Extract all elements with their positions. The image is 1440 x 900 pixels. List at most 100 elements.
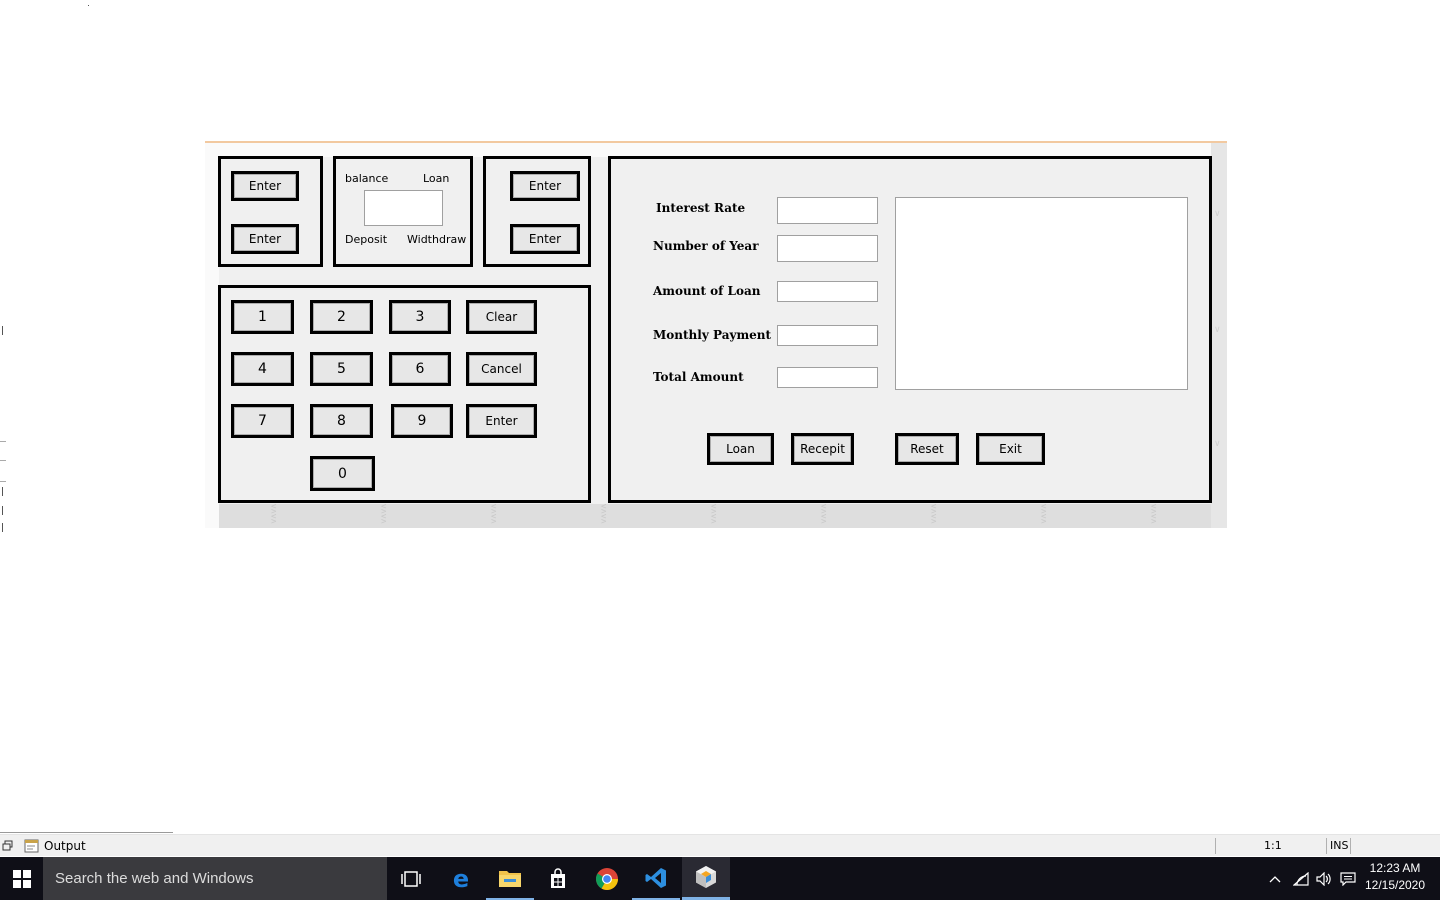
margin-tick: [2, 487, 3, 496]
loan-panel: Interest Rate Number of Year Amount of L…: [608, 156, 1212, 503]
total-field[interactable]: [777, 367, 878, 388]
monthly-field[interactable]: [777, 325, 878, 346]
store-icon[interactable]: [534, 857, 582, 900]
action-center-icon[interactable]: [1338, 857, 1358, 900]
key-7[interactable]: 7: [231, 404, 294, 438]
receipt-button-label: Recepit: [794, 436, 851, 462]
insert-mode: INS: [1330, 839, 1349, 852]
restore-window-icon[interactable]: [2, 840, 14, 852]
key-1[interactable]: 1: [231, 300, 294, 334]
vscode-icon[interactable]: [632, 857, 680, 900]
clear-button[interactable]: Clear: [466, 300, 537, 334]
system-clock[interactable]: 12:23 AM 12/15/2020: [1364, 860, 1426, 894]
resize-marker: < > < >: [711, 502, 717, 527]
output-tab[interactable]: Output: [0, 838, 86, 854]
years-label: Number of Year: [653, 239, 759, 253]
status-separator: [1326, 838, 1327, 854]
output-window-icon: [24, 839, 40, 853]
edge-icon[interactable]: e: [437, 857, 485, 900]
keypad-panel: 1 2 3 Clear 4 5 6 Cancel 7 8 9 Enter 0: [218, 285, 591, 503]
keypad-enter-button[interactable]: Enter: [466, 404, 537, 438]
key-label: 2: [313, 303, 370, 331]
exit-button[interactable]: Exit: [976, 433, 1045, 465]
key-label: 9: [394, 407, 450, 435]
output-divider: [0, 832, 173, 833]
top-right-panel: Enter Enter: [483, 156, 591, 267]
key-label: 6: [392, 355, 448, 383]
chrome-icon[interactable]: [583, 857, 631, 900]
balance-panel: balance Loan Deposit Widthdraw: [333, 156, 473, 267]
amount-field[interactable]: [777, 281, 878, 302]
resize-marker: < > < >: [381, 502, 387, 527]
netbeans-icon[interactable]: [682, 857, 730, 900]
loan-label: Loan: [423, 172, 450, 185]
withdraw-label: Widthdraw: [407, 233, 467, 246]
cancel-button[interactable]: Cancel: [466, 352, 537, 386]
total-label: Total Amount: [653, 370, 744, 384]
clock-date: 12/15/2020: [1364, 878, 1426, 892]
margin-line: [0, 460, 6, 461]
top-left-panel: Enter Enter: [218, 156, 323, 267]
task-view-icon[interactable]: [387, 857, 435, 900]
key-5[interactable]: 5: [310, 352, 373, 386]
status-separator: [1350, 838, 1351, 854]
key-2[interactable]: 2: [310, 300, 373, 334]
interest-rate-label: Interest Rate: [656, 201, 746, 215]
frame-right-edge[interactable]: ∨ ∨ ∨: [1211, 143, 1227, 528]
output-status-bar: Output 1:1 INS: [0, 832, 1440, 856]
volume-icon[interactable]: [1314, 857, 1334, 900]
stray-pixel: [88, 5, 89, 6]
key-8[interactable]: 8: [310, 404, 373, 438]
cursor-position: 1:1: [1264, 839, 1282, 852]
cancel-label: Cancel: [469, 355, 534, 383]
key-label: 3: [392, 303, 448, 331]
key-0[interactable]: 0: [310, 456, 375, 491]
interest-rate-field[interactable]: [777, 197, 878, 224]
resize-marker: < > < >: [601, 502, 607, 527]
key-9[interactable]: 9: [391, 404, 453, 438]
margin-tick: [2, 523, 3, 532]
enter-button[interactable]: Enter: [510, 224, 580, 254]
resize-marker: < > < >: [1041, 502, 1047, 527]
margin-line: [0, 441, 6, 442]
enter-button[interactable]: Enter: [510, 171, 580, 201]
margin-tick: [2, 326, 3, 335]
receipt-textarea[interactable]: [895, 197, 1188, 390]
start-button[interactable]: [0, 857, 43, 900]
margin-line: [0, 481, 6, 482]
loan-button[interactable]: Loan: [707, 433, 774, 465]
clock-time: 12:23 AM: [1369, 861, 1421, 875]
key-label: 8: [313, 407, 370, 435]
reset-button-label: Reset: [898, 436, 956, 462]
deposit-label: Deposit: [345, 233, 388, 246]
enter-button-label: Enter: [234, 227, 296, 251]
enter-button[interactable]: Enter: [231, 171, 299, 201]
key-3[interactable]: 3: [389, 300, 451, 334]
enter-button[interactable]: Enter: [231, 224, 299, 254]
search-placeholder: Search the web and Windows: [55, 870, 254, 887]
key-label: 4: [234, 355, 291, 383]
frame-left-edge: [205, 143, 219, 528]
taskbar-search-box[interactable]: Search the web and Windows: [43, 857, 387, 900]
svg-text:e: e: [453, 867, 469, 891]
key-4[interactable]: 4: [231, 352, 294, 386]
years-field[interactable]: [777, 235, 878, 262]
output-tab-label: Output: [44, 839, 86, 853]
amount-label: Amount of Loan: [653, 284, 761, 298]
amount-display[interactable]: [364, 190, 443, 226]
receipt-button[interactable]: Recepit: [791, 433, 854, 465]
key-6[interactable]: 6: [389, 352, 451, 386]
status-separator: [1215, 838, 1216, 854]
network-icon[interactable]: [1291, 857, 1311, 900]
file-explorer-icon[interactable]: [486, 857, 534, 900]
show-hidden-icons-icon[interactable]: [1266, 857, 1284, 900]
key-label: 5: [313, 355, 370, 383]
reset-button[interactable]: Reset: [895, 433, 959, 465]
exit-button-label: Exit: [979, 436, 1042, 462]
loan-button-label: Loan: [710, 436, 771, 462]
resize-marker: < > < >: [271, 502, 277, 527]
frame-top-edge: [205, 143, 1227, 157]
enter-label: Enter: [469, 407, 534, 435]
key-label: 0: [313, 459, 372, 488]
key-label: 7: [234, 407, 291, 435]
